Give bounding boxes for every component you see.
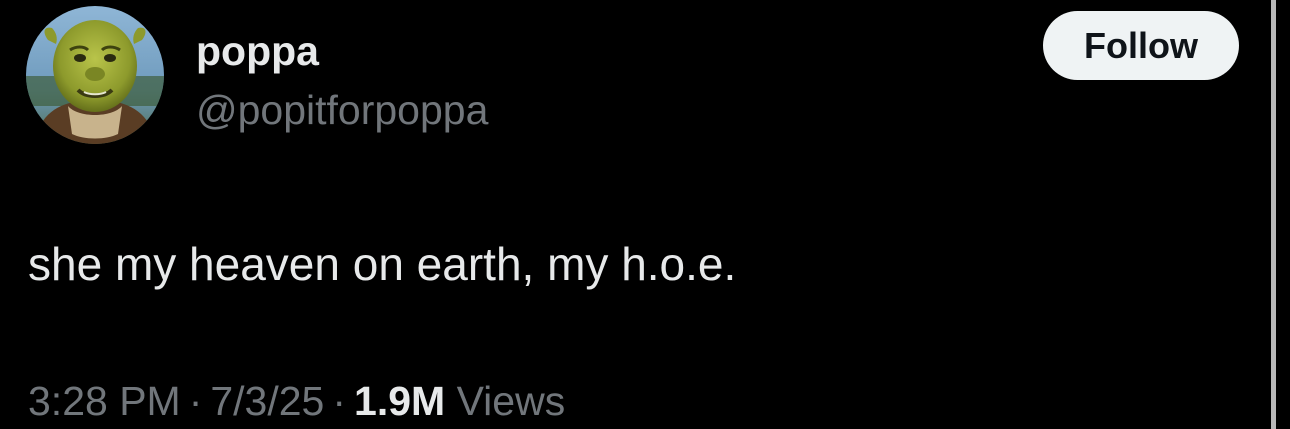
meta-separator: · [188, 378, 203, 424]
user-handle[interactable]: @popitforpoppa [196, 86, 488, 134]
display-name[interactable]: poppa [196, 28, 319, 74]
views-label[interactable]: Views [457, 378, 566, 424]
avatar-image [26, 6, 164, 144]
tweet-text: she my heaven on earth, my h.o.e. [28, 238, 737, 290]
follow-button[interactable]: Follow [1043, 11, 1239, 80]
tweet-date[interactable]: 7/3/25 [210, 378, 324, 424]
tweet-card: poppa @popitforpoppa Follow she my heave… [0, 0, 1290, 429]
views-count[interactable]: 1.9M [354, 378, 445, 424]
avatar[interactable] [26, 6, 164, 144]
meta-separator: · [332, 378, 347, 424]
right-edge-divider [1271, 0, 1276, 429]
tweet-time[interactable]: 3:28 PM [28, 378, 181, 424]
tweet-meta: 3:28 PM · 7/3/25 · 1.9M Views [28, 376, 565, 426]
